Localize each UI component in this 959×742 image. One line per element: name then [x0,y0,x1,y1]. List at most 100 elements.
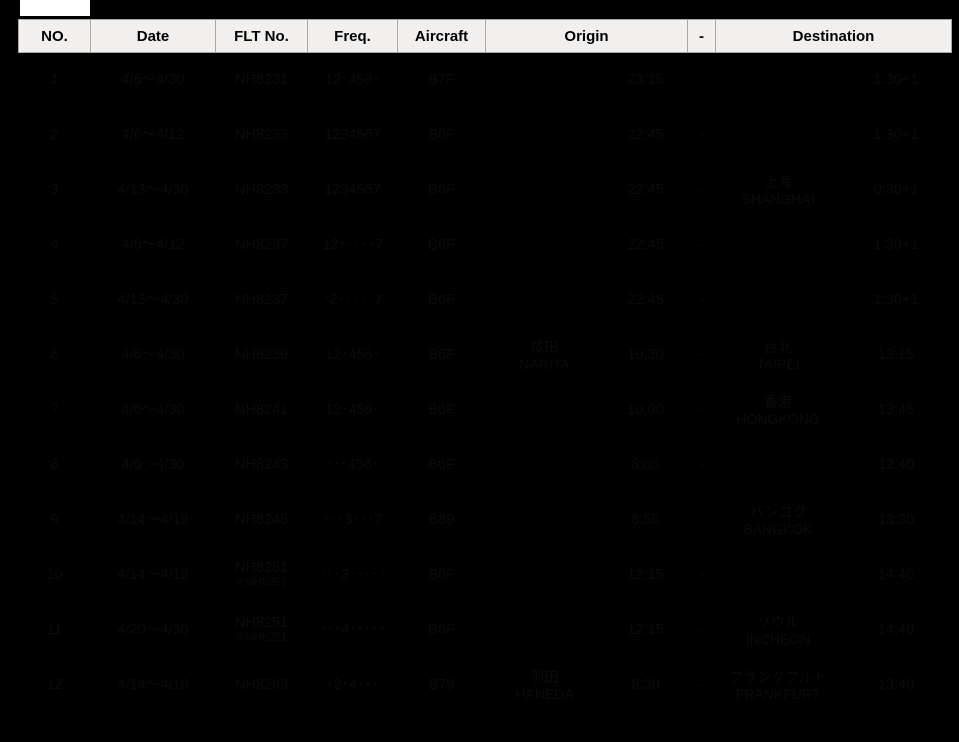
origin-city [485,218,604,273]
flight-date: 4/14～4/19 [90,548,216,603]
table-row[interactable]: 4 4/6～4/12 NH8237 12･････7 B6F 22:45- 1:30+1 [18,218,952,273]
aircraft-type: B89 [397,493,486,548]
destination-city-en: HONGKONG [736,410,820,427]
table-row[interactable]: 8 4/6～4/30 NH8243 ･･･456･ B6F 8:05- 12:40 [18,438,952,493]
origin-city [485,548,604,603]
origin-time: 22:45 [603,108,688,163]
frequency: 1234567 [307,163,398,218]
flight-number: NH8237 [215,273,308,328]
flight-date: 4/13～4/30 [90,163,216,218]
column-header-flt-no[interactable]: FLT No. [215,19,308,53]
flight-number-value: NH8233 [234,181,289,198]
top-white-sliver [20,0,90,16]
origin-city [485,108,604,163]
arrow-separator: - [687,273,716,328]
column-header-aircraft[interactable]: Aircraft [397,19,486,53]
flight-number: NH8293 [215,658,308,713]
frequency: ･･･456･ [307,438,398,493]
destination-city-en: BANGKOK [743,520,813,537]
origin-city-en: NARITA [519,355,570,372]
arrow-separator: - [687,603,716,658]
origin-time: 10:00 [603,383,688,438]
column-header-date[interactable]: Date [90,19,216,53]
destination-city [715,548,841,603]
flight-number: NH8245 [215,493,308,548]
flight-number-value: NH8237 [234,236,289,253]
table-row[interactable]: 5 4/13～4/30 NH8237 ･2･････7 B6F 22:45- 1:30+1 [18,273,952,328]
table-row[interactable]: 11 4/20～4/30 NH8251 ※NH8251 ･･･4･････ B6F 12:1… [18,603,952,658]
arrow-separator: - [687,383,716,438]
flight-number-value: NH8245 [234,511,289,528]
page-root: NO. Date FLT No. Freq. Aircraft Origin -… [0,0,959,742]
destination-time: 1:30+1 [840,273,952,328]
arrow-separator: - [687,163,716,218]
destination-city-jp: バンコク [749,503,807,520]
origin-city: 成田 NARITA [485,328,604,383]
table-row[interactable]: 2 4/6～4/12 NH8233 1234567 B6F 22:45- 1:30+1 [18,108,952,163]
flight-number-value: NH8251 [234,560,289,577]
table-row[interactable]: 6 4/6～4/30 NH8239 12･456･ B6F 成田 NARITA 10:30- 台… [18,328,952,383]
table-row[interactable]: 7 4/6～4/30 NH8241 12･456･ B6F 10:00- 香港 HONGKON… [18,383,952,438]
flight-date: 4/6～4/30 [90,438,216,493]
destination-time: 13:40 [840,658,952,713]
aircraft-type: B79 [397,658,486,713]
table-row[interactable]: 10 4/14～4/19 NH8251 ※NH8251 ･･･3･････ B6F 12:1… [18,548,952,603]
frequency: 12･456･ [307,52,398,108]
aircraft-type: B6F [397,548,486,603]
flight-number-value: NH8241 [234,401,289,418]
origin-time: 12:15 [603,548,688,603]
row-number: 11 [18,603,91,658]
aircraft-type: B6F [397,218,486,273]
destination-time: 13:30 [840,493,952,548]
flight-date: 4/20～4/30 [90,603,216,658]
flight-date: 4/6～4/30 [90,383,216,438]
frequency: 12･456･ [307,328,398,383]
destination-city-jp: 上海 [764,173,793,190]
flight-number-value: NH8243 [234,456,289,473]
destination-city: 上海 SHANGHAI [715,163,841,218]
frequency: ･2･････7 [307,273,398,328]
frequency: ･2･4･･･ [307,658,398,713]
column-header-origin[interactable]: Origin [484,19,689,53]
destination-city: ソウル INCHEON [715,603,841,658]
aircraft-type[interactable]: B7F [397,52,486,108]
flight-date: 4/14～4/16 [90,658,216,713]
table-row[interactable]: 1 4/6～4/30 NH8231 12･456･ B7F 23:15- 1:30+1 [18,52,952,108]
table-row[interactable]: 9 4/14～4/19 NH8245 ･･･3･･･7 B89 8:55- バンコク BANG… [18,493,952,548]
flight-date: 4/6～4/12 [90,108,216,163]
column-header-no[interactable]: NO. [18,19,91,53]
destination-city-en: FRANKFURT [735,685,821,702]
destination-city [715,218,841,273]
flight-number-note: ※NH8251 [235,577,288,590]
destination-time: 1:30+1 [840,52,952,108]
flight-number: NH8251 ※NH8251 [215,548,308,603]
destination-time: 13:45 [840,383,952,438]
aircraft-type: B6F [397,603,486,658]
destination-city: 香港 HONGKONG [715,383,841,438]
flight-number-value: NH8293 [234,676,289,693]
origin-time: 22:45 [603,273,688,328]
aircraft-type: B6F [397,163,486,218]
flight-number: NH8237 [215,218,308,273]
origin-time: 8:55 [603,493,688,548]
flight-number-note: ※NH8251 [235,632,288,645]
flight-number-value: NH8233 [234,126,289,143]
origin-time: 22:45 [603,218,688,273]
table-header: NO. Date FLT No. Freq. Aircraft Origin -… [18,19,953,53]
row-number: 4 [18,218,91,273]
destination-city-en: INCHEON [745,630,811,647]
table-row[interactable]: 12 4/14～4/16 NH8293 ･2･4･･･ B79 羽田 HANEDA 8:30-… [18,658,952,713]
table-row[interactable]: 3 4/13～4/30 NH8233 1234567 B6F 22:45- 上海 SHANGH… [18,163,952,218]
destination-city: バンコク BANGKOK [715,493,841,548]
aircraft-type: B6F [397,273,486,328]
row-number: 7 [18,383,91,438]
origin-time: 10:30 [603,328,688,383]
flight-number-value: NH8237 [234,291,289,308]
arrow-separator: - [687,493,716,548]
column-header-destination[interactable]: Destination [715,19,953,53]
aircraft-type: B6F [397,108,486,163]
destination-time: 0:30+1 [840,163,952,218]
origin-time: 8:05 [603,438,688,493]
column-header-freq[interactable]: Freq. [307,19,398,53]
column-header-arrow[interactable]: - [687,19,717,53]
